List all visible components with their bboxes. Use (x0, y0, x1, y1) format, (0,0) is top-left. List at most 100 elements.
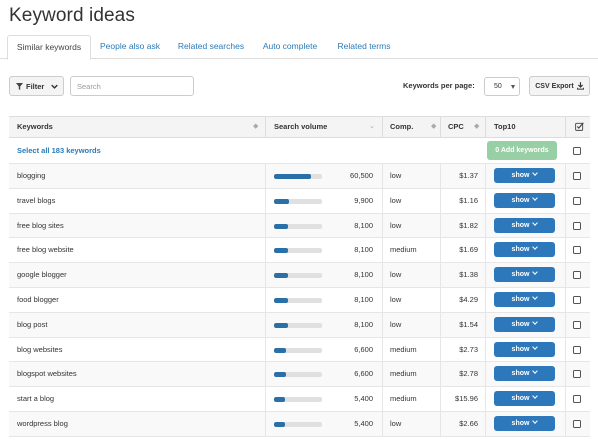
tab-related-searches[interactable]: Related searches (174, 35, 248, 59)
volume-cell: 8,100 (354, 319, 373, 329)
show-top10-button[interactable]: show (494, 291, 555, 307)
sort-desc-icon[interactable]: ⌄ (369, 117, 375, 137)
row-checkbox[interactable] (573, 419, 581, 428)
show-top10-button[interactable]: show (494, 192, 555, 208)
keywords-table: Keywords ◆ Search volume ⌄ Comp. ◆ CPC ◆… (9, 116, 590, 437)
cell-divider (440, 411, 441, 436)
row-checkbox[interactable] (573, 295, 581, 304)
row-checkbox[interactable] (573, 345, 581, 354)
show-label: show (511, 395, 530, 403)
competition-cell: low (390, 294, 402, 304)
volume-bar-fill (274, 198, 290, 204)
keyword-cell: free blog website (17, 245, 74, 255)
cpc-cell: $1.54 (459, 319, 478, 329)
add-keywords-button[interactable]: 0 Add keywords (487, 141, 557, 160)
sort-icon[interactable]: ◆ (474, 117, 479, 137)
cell-divider (565, 164, 566, 188)
competition-cell: medium (390, 245, 417, 255)
row-checkbox[interactable] (573, 172, 581, 180)
select-all-link[interactable]: Select all 183 keywords (17, 138, 101, 164)
cell-divider (382, 164, 383, 188)
show-top10-button[interactable]: show (494, 391, 555, 407)
column-divider (382, 117, 383, 137)
row-checkbox[interactable] (573, 196, 581, 205)
show-label: show (511, 419, 530, 427)
chevron-down-icon (532, 269, 539, 276)
volume-bar-fill (274, 297, 288, 303)
show-top10-button[interactable]: show (494, 341, 555, 357)
checklist-icon[interactable] (575, 122, 584, 131)
show-label: show (511, 221, 530, 229)
caret-down-icon (511, 85, 515, 89)
row-checkbox[interactable] (573, 370, 581, 379)
filter-button[interactable]: Filter (9, 76, 64, 96)
column-cpc[interactable]: CPC (448, 117, 464, 137)
row-checkbox[interactable] (573, 395, 581, 404)
column-divider (440, 117, 441, 137)
competition-cell: medium (390, 369, 417, 379)
sort-icon[interactable]: ◆ (253, 117, 258, 137)
row-checkbox[interactable] (573, 221, 581, 230)
keywords-per-page-value: 50 (494, 83, 502, 90)
column-comp[interactable]: Comp. (390, 117, 413, 137)
cell-divider (485, 337, 486, 362)
show-top10-button[interactable]: show (494, 267, 555, 283)
keyword-cell: travel blogs (17, 195, 56, 205)
cell-divider (440, 337, 441, 362)
show-top10-button[interactable]: show (494, 217, 555, 233)
cell-divider (485, 287, 486, 312)
cell-divider (440, 164, 441, 188)
cell-divider (265, 337, 266, 362)
cell-divider (565, 188, 566, 213)
show-top10-button[interactable]: show (494, 242, 555, 258)
cell-divider (485, 312, 486, 337)
column-search-volume[interactable]: Search volume (274, 117, 327, 137)
row-checkbox[interactable] (573, 320, 581, 329)
competition-cell: low (390, 270, 402, 280)
cell-divider (382, 411, 383, 436)
cell-divider (265, 411, 266, 436)
keyword-cell: blog post (17, 319, 48, 329)
show-top10-button[interactable]: show (494, 415, 555, 431)
chevron-down-icon (532, 194, 539, 201)
cell-divider (382, 238, 383, 263)
row-checkbox[interactable] (573, 246, 581, 255)
csv-export-button[interactable]: CSV Export (529, 76, 590, 96)
volume-cell: 8,100 (354, 294, 373, 304)
cell-divider (565, 287, 566, 312)
show-top10-button[interactable]: show (494, 168, 555, 183)
keyword-cell: blogging (17, 171, 46, 180)
column-keywords[interactable]: Keywords (17, 117, 53, 137)
tab-people-also-ask[interactable]: People also ask (96, 35, 164, 59)
sort-icon[interactable]: ◆ (431, 117, 436, 137)
cell-divider (485, 411, 486, 436)
keyword-cell: start a blog (17, 394, 55, 404)
table-row: free blog website 8,100 medium $1.69 show (9, 238, 590, 264)
volume-cell: 9,900 (354, 195, 373, 205)
table-header: Keywords ◆ Search volume ⌄ Comp. ◆ CPC ◆… (9, 116, 590, 138)
tab-auto-complete[interactable]: Auto complete (258, 35, 322, 59)
show-label: show (511, 320, 530, 328)
search-input[interactable] (70, 76, 194, 96)
row-checkbox[interactable] (573, 271, 581, 280)
chevron-down-icon (532, 294, 539, 300)
table-row: start a blog 5,400 medium $15.96 show (9, 387, 590, 412)
volume-bar (274, 372, 322, 378)
keywords-per-page-select[interactable]: 50 (484, 77, 520, 96)
select-all-checkbox[interactable] (573, 147, 581, 155)
show-top10-button[interactable]: show (494, 366, 555, 382)
volume-cell: 5,400 (354, 394, 373, 404)
tab-similar-keywords[interactable]: Similar keywords (7, 35, 91, 60)
show-top10-button[interactable]: show (494, 316, 555, 332)
cell-divider (485, 387, 486, 411)
cell-divider (440, 263, 441, 287)
tab-related-terms[interactable]: Related terms (333, 35, 395, 59)
volume-cell: 60,500 (350, 171, 373, 180)
volume-cell: 8,100 (354, 245, 373, 255)
column-top10: Top10 (494, 122, 516, 131)
cell-divider (565, 213, 566, 238)
cell-divider (440, 362, 441, 387)
volume-cell: 8,100 (354, 270, 373, 280)
volume-bar-fill (274, 347, 287, 353)
filter-label: Filter (26, 81, 45, 91)
